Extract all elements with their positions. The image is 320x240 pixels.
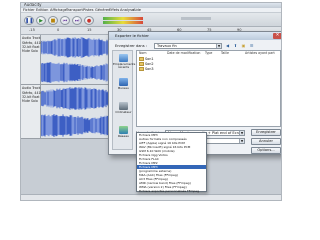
file-name: Son2	[145, 62, 154, 66]
transport-toolbar: ❚❚ ▶ ■ ⏮ ⏭ ●	[21, 13, 281, 27]
stop-button[interactable]: ■	[48, 16, 58, 25]
track-mute-solo[interactable]: Mute Solo	[22, 49, 38, 53]
network-icon	[119, 126, 128, 134]
folder-icon	[139, 67, 144, 71]
navigation-buttons: ◀ ⬆ ▣ ☰	[224, 43, 270, 49]
window-title: Audacity	[24, 2, 42, 7]
file-list[interactable]: Nom Date de modification Type Taille Art…	[136, 50, 281, 127]
recent-places-icon	[119, 54, 128, 62]
skip-end-icon: ⏭	[74, 18, 80, 24]
tick-label: -15	[29, 28, 35, 32]
list-item[interactable]: Son3	[139, 67, 154, 72]
place-recent[interactable]: Emplacements récents	[113, 53, 136, 71]
column-header-type[interactable]: Type	[205, 51, 212, 56]
close-button[interactable]: ✕	[273, 33, 281, 39]
stop-icon: ■	[50, 18, 56, 24]
format-dropdown-list: Fichiers MP3 Autres formats non compress…	[136, 132, 207, 193]
place-desktop[interactable]: Bureau	[113, 77, 134, 95]
monitor-screen: Audacity Fichier Edition Affichage Trans…	[20, 2, 282, 201]
column-header-name[interactable]: Nom	[139, 51, 146, 56]
up-folder-icon[interactable]: ⬆	[232, 43, 239, 49]
chevron-down-icon: ▼	[216, 44, 221, 48]
options-button[interactable]: Options...	[251, 147, 281, 154]
chevron-down-icon: ▼	[239, 139, 244, 143]
track-control-panel: Audio Track Stéréo, 44100Hz 32-bit float…	[21, 35, 49, 84]
track-mute-solo[interactable]: Mute Solo	[22, 99, 38, 103]
skip-start-icon: ⏮	[62, 18, 68, 24]
column-header-size[interactable]: Taille	[221, 51, 229, 56]
folder-icon	[139, 57, 144, 61]
play-button[interactable]: ▶	[36, 16, 46, 25]
skip-start-button[interactable]: ⏮	[60, 16, 70, 25]
pause-button[interactable]: ❚❚	[24, 16, 34, 25]
places-bar: Emplacements récents Bureau Ordinateur R…	[112, 50, 136, 150]
volume-slider[interactable]	[181, 17, 211, 20]
save-in-label: Enregistrer dans :	[115, 44, 147, 48]
place-label: Ordinateur	[115, 110, 132, 114]
save-in-value: Travaux fin	[157, 44, 177, 48]
place-label: Bureau	[118, 86, 129, 90]
save-in-dropdown[interactable]: Travaux fin ▼	[154, 43, 222, 49]
file-name: Son3	[145, 67, 154, 71]
back-icon[interactable]: ◀	[224, 43, 231, 49]
save-button[interactable]: Enregistrer	[251, 129, 281, 136]
computer-icon	[119, 102, 128, 110]
place-computer[interactable]: Ordinateur	[113, 101, 134, 119]
pause-icon: ❚❚	[25, 18, 34, 24]
tick-label: 0	[57, 28, 60, 32]
desktop-icon	[119, 78, 128, 86]
track-name[interactable]: Audio Track	[22, 86, 40, 90]
close-icon: ✕	[275, 33, 280, 38]
place-network[interactable]: Réseau	[113, 125, 134, 143]
dialog-title: Exporter le fichier	[115, 33, 149, 38]
file-name: Son1	[145, 57, 154, 61]
skip-end-button[interactable]: ⏭	[72, 16, 82, 25]
place-label: Réseau	[118, 134, 129, 138]
record-icon: ●	[86, 18, 92, 24]
new-folder-icon[interactable]: ▣	[240, 43, 247, 49]
dropdown-option[interactable]: Fichiers exportés personnalisés FFmpeg	[137, 189, 206, 193]
record-meter	[103, 21, 143, 24]
status-bar	[21, 194, 281, 200]
column-header-artists[interactable]: Artistes ayant part	[245, 51, 275, 56]
track-control-panel: Audio Track Stéréo, 44100Hz 32-bit float…	[21, 85, 49, 138]
track-name[interactable]: Audio Track	[22, 36, 40, 40]
play-icon: ▶	[39, 18, 43, 24]
record-button[interactable]: ●	[84, 16, 94, 25]
folder-icon	[139, 62, 144, 66]
place-label: Emplacements récents	[113, 62, 136, 70]
column-header-date[interactable]: Date de modification	[167, 51, 200, 56]
chevron-down-icon: ▼	[239, 131, 244, 135]
tick-label: 15	[87, 28, 92, 32]
view-menu-icon[interactable]: ☰	[248, 43, 255, 49]
playback-meter	[103, 17, 143, 20]
dialog-titlebar: Exporter le fichier ✕	[109, 32, 281, 40]
cancel-button[interactable]: Annuler	[251, 138, 281, 145]
